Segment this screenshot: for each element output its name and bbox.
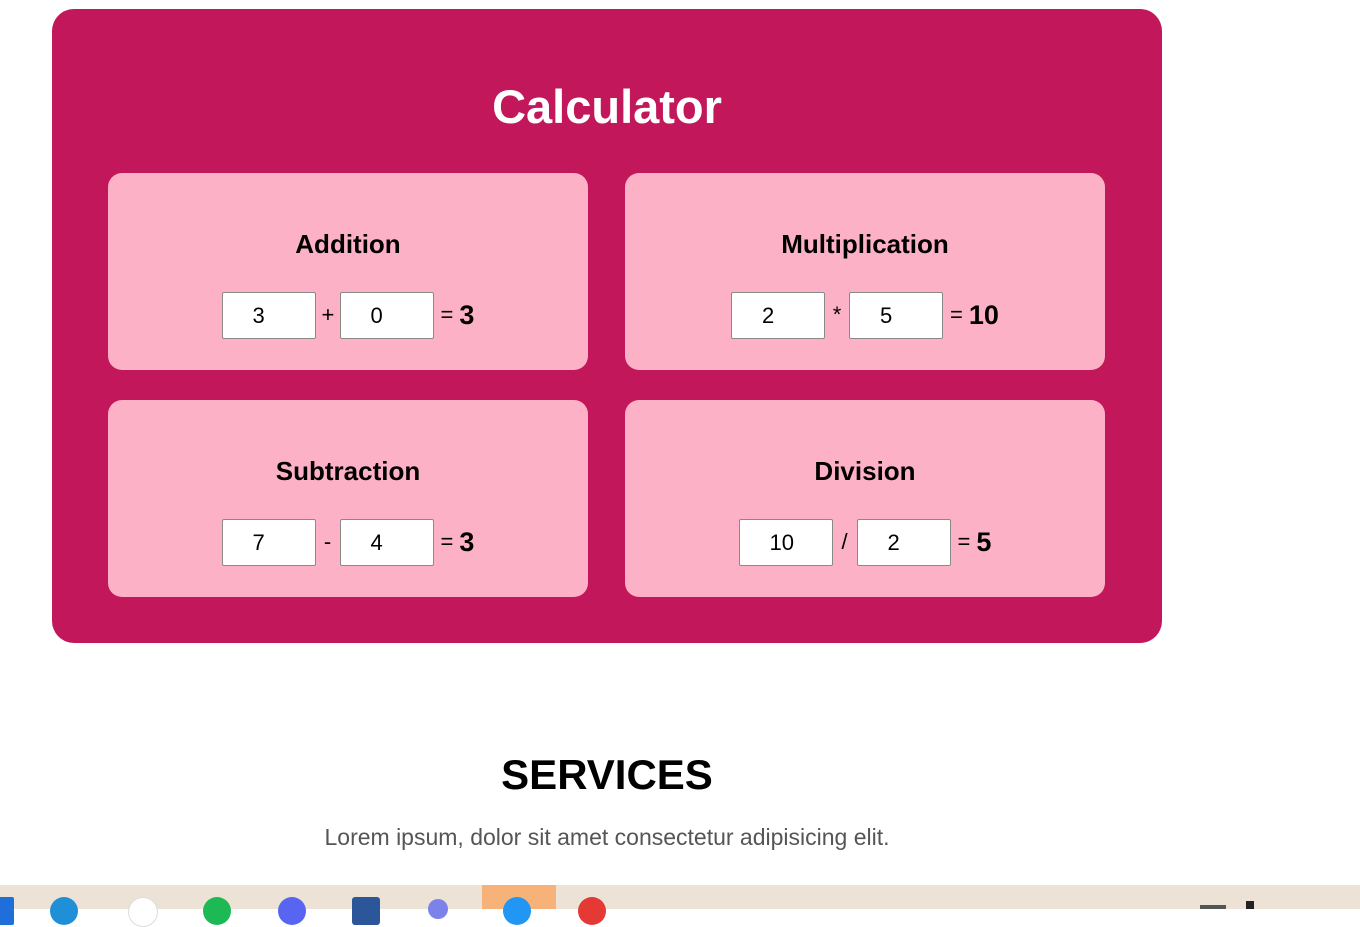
spotify-icon[interactable] [203, 897, 231, 925]
division-equals: = [957, 529, 971, 554]
word-icon[interactable] [352, 897, 380, 925]
addition-result: 3 [459, 299, 475, 330]
subtraction-operator: - [323, 529, 332, 554]
addition-equals: = [440, 302, 454, 327]
chrome-icon[interactable] [128, 897, 158, 927]
multiplication-operator: * [832, 302, 842, 327]
subtraction-operand-b[interactable] [339, 518, 434, 566]
division-operand-b[interactable] [856, 518, 951, 566]
subtraction-card: Subtraction - = 3 [108, 400, 588, 597]
addition-operand-b[interactable] [339, 291, 434, 339]
multiplication-equals: = [950, 302, 963, 327]
tray-network-icon[interactable] [1200, 905, 1226, 909]
taskbar [0, 885, 1360, 927]
edge-icon[interactable] [50, 897, 78, 925]
subtraction-equals: = [440, 529, 454, 554]
division-operand-a[interactable] [738, 518, 833, 566]
subtraction-row: - = 3 [108, 517, 588, 567]
multiplication-operand-b[interactable] [849, 291, 944, 339]
subtraction-result: 3 [459, 526, 475, 557]
services-heading: SERVICES [501, 751, 713, 798]
addition-operator: + [321, 302, 335, 327]
multiplication-operand-a[interactable] [731, 291, 826, 339]
multiplication-row: * = 10 [625, 290, 1105, 340]
addition-title: Addition [295, 229, 401, 259]
multiplication-card: Multiplication * = 10 [625, 173, 1105, 370]
division-operator: / [841, 529, 848, 554]
multiplication-result: 10 [968, 299, 999, 330]
windows-icon[interactable] [0, 897, 14, 925]
services-description: Lorem ipsum, dolor sit amet consectetur … [324, 824, 890, 850]
multiplication-title: Multiplication [781, 229, 949, 259]
teams-icon[interactable] [428, 899, 448, 919]
photos-icon[interactable] [578, 897, 606, 925]
division-title: Division [814, 456, 916, 486]
addition-card: Addition + = 3 [108, 173, 588, 370]
subtraction-operand-a[interactable] [221, 518, 316, 566]
division-result: 5 [976, 526, 992, 557]
addition-operand-a[interactable] [221, 291, 316, 339]
app-icon[interactable] [503, 897, 531, 925]
division-row: / = 5 [625, 517, 1105, 567]
discord-icon[interactable] [278, 897, 306, 925]
addition-row: + = 3 [108, 290, 588, 340]
calculator-panel: Calculator Addition + = 3 Multiplication… [52, 9, 1162, 643]
subtraction-title: Subtraction [275, 456, 421, 486]
tray-battery-icon[interactable] [1246, 901, 1254, 909]
calculator-title: Calculator [492, 80, 722, 133]
division-card: Division / = 5 [625, 400, 1105, 597]
